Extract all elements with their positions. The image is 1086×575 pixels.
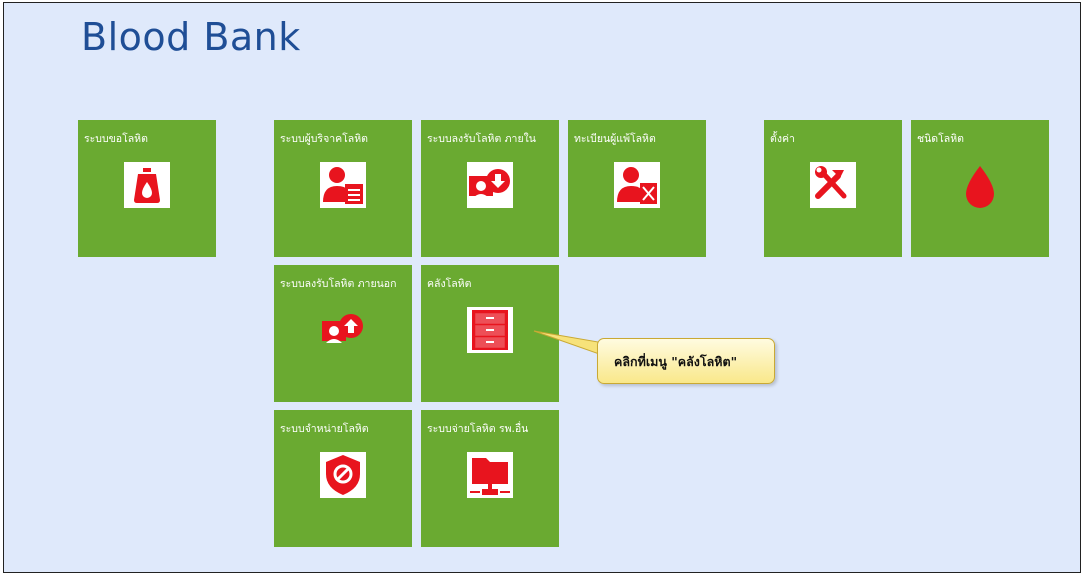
app-window: Blood Bank ระบบขอโลหิต ระบบผู้บริจาคโลหิ… xyxy=(3,2,1081,573)
tile-label: คลังโลหิต xyxy=(427,278,472,290)
prohibited-icon xyxy=(320,452,366,498)
tile-label: ตั้งค่า xyxy=(770,133,795,145)
allergy-person-icon xyxy=(614,162,660,208)
tile-receive-internal[interactable]: ระบบลงรับโลหิต ภายใน xyxy=(421,120,559,257)
tile-label: ระบบผู้บริจาคโลหิต xyxy=(280,133,368,145)
tile-label: ระบบจำหน่ายโลหิต xyxy=(280,423,369,435)
tile-label: ระบบขอโลหิต xyxy=(84,133,148,145)
receive-external-icon xyxy=(320,307,366,353)
tile-label: ระบบลงรับโลหิต ภายใน xyxy=(427,133,536,145)
tile-allergy-registry[interactable]: ทะเบียนผู้แพ้โลหิต xyxy=(568,120,706,257)
blood-bag-icon xyxy=(124,162,170,208)
tile-settings[interactable]: ตั้งค่า xyxy=(764,120,902,257)
receive-internal-icon xyxy=(467,162,513,208)
tooltip-callout: คลิกที่เมนู "คลังโลหิต" xyxy=(597,338,775,384)
callout-text: คลิกที่เมนู "คลังโลหิต" xyxy=(614,354,738,369)
tile-receive-external[interactable]: ระบบลงรับโลหิต ภายนอก xyxy=(274,265,412,402)
tile-dispense-other-hospital[interactable]: ระบบจ่ายโลหิต รพ.อื่น xyxy=(421,410,559,547)
tile-label: ทะเบียนผู้แพ้โลหิต xyxy=(574,133,656,145)
cabinet-icon xyxy=(467,307,513,353)
donor-document-icon xyxy=(320,162,366,208)
tools-icon xyxy=(810,162,856,208)
tile-label: ระบบลงรับโลหิต ภายนอก xyxy=(280,278,397,290)
tile-donor-system[interactable]: ระบบผู้บริจาคโลหิต xyxy=(274,120,412,257)
network-folder-icon xyxy=(467,452,513,498)
tile-blood-request[interactable]: ระบบขอโลหิต xyxy=(78,120,216,257)
tile-blood-disposal[interactable]: ระบบจำหน่ายโลหิต xyxy=(274,410,412,547)
tile-blood-type[interactable]: ชนิดโลหิต xyxy=(911,120,1049,257)
tile-label: ระบบจ่ายโลหิต รพ.อื่น xyxy=(427,423,529,435)
page-title: Blood Bank xyxy=(81,15,301,59)
tile-label: ชนิดโลหิต xyxy=(917,133,964,145)
blood-drop-icon xyxy=(957,162,1003,208)
